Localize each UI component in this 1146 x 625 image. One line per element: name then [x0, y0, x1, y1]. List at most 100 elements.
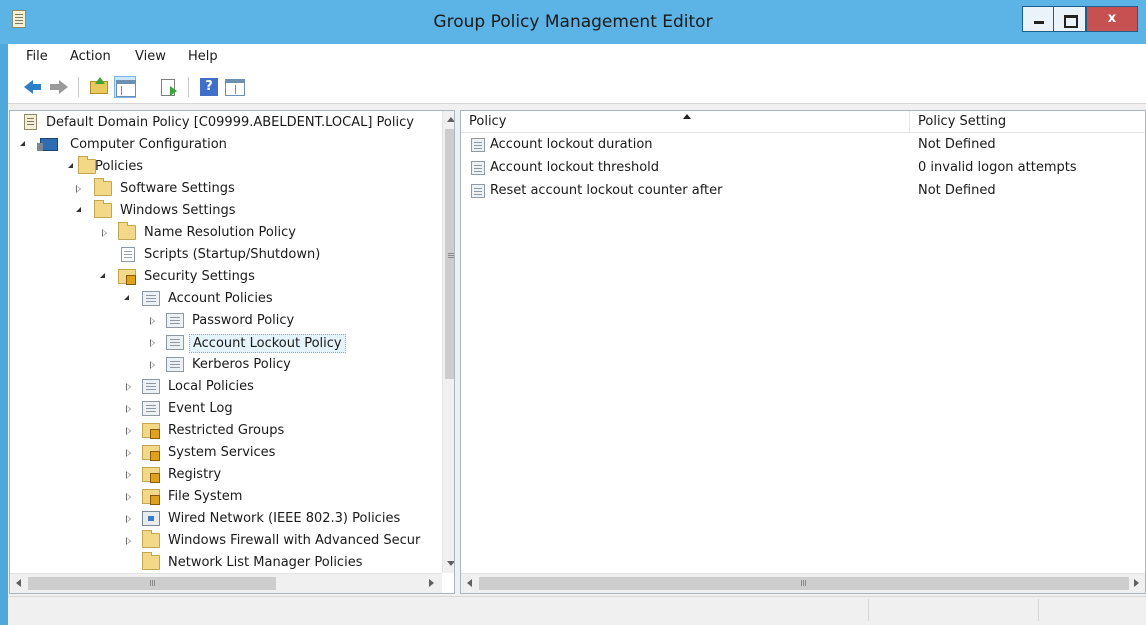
tree-item-label: Software Settings: [120, 181, 235, 196]
menu-bar: File Action View Help: [8, 44, 1146, 70]
expanded-arrow-icon[interactable]: [76, 207, 81, 212]
show-hide-action-pane-icon: [225, 79, 245, 96]
tree-item-label: Computer Configuration: [70, 137, 227, 152]
help-icon: ?: [200, 78, 218, 96]
help-button[interactable]: ?: [198, 76, 220, 98]
tree-item-label: Registry: [168, 467, 222, 482]
export-list-button[interactable]: [158, 76, 180, 98]
show-hide-console-tree-button[interactable]: [114, 76, 136, 98]
scroll-left-arrow-icon[interactable]: [16, 579, 21, 587]
tree-item-label: Kerberos Policy: [192, 357, 291, 372]
toolbar: ?: [8, 70, 1146, 104]
tree-horizontal-scroll-thumb[interactable]: [28, 577, 276, 590]
collapsed-arrow-icon[interactable]: [126, 405, 131, 413]
minimize-button[interactable]: [1022, 6, 1054, 32]
scroll-right-arrow-icon[interactable]: [429, 579, 434, 587]
policy-icon: [166, 357, 184, 372]
collapsed-arrow-icon[interactable]: [126, 515, 131, 523]
tree-horizontal-scrollbar[interactable]: [10, 573, 442, 593]
grip-icon: [150, 580, 151, 586]
network-policy-icon: [142, 511, 160, 526]
grip-icon: [448, 253, 454, 254]
menu-action[interactable]: Action: [70, 49, 111, 64]
list-horizontal-scrollbar[interactable]: [461, 573, 1145, 593]
collapsed-arrow-icon[interactable]: [126, 383, 131, 391]
folder-icon: [118, 222, 136, 240]
scroll-left-arrow-icon[interactable]: [467, 579, 472, 587]
security-folder-icon: [142, 445, 160, 461]
list-item[interactable]: Reset account lockout counter after Not …: [461, 180, 1145, 203]
collapsed-arrow-icon[interactable]: [150, 361, 155, 369]
scroll-up-arrow-icon[interactable]: [447, 117, 454, 122]
list-header: Policy Policy Setting: [461, 111, 1145, 133]
tree-vertical-scrollbar[interactable]: [442, 111, 454, 573]
tree-item-label: Local Policies: [168, 379, 254, 394]
tree-item-label: Wired Network (IEEE 802.3) Policies: [168, 511, 401, 526]
menu-file[interactable]: File: [26, 49, 48, 64]
policy-icon: [142, 379, 160, 394]
export-list-icon: [161, 79, 177, 96]
folder-icon: [94, 178, 112, 196]
security-settings-icon: [118, 269, 136, 285]
tree-item-label: Password Policy: [192, 313, 295, 328]
back-button[interactable]: [22, 76, 44, 98]
policy-setting-icon: [471, 161, 485, 175]
folder-icon: [142, 552, 160, 570]
computer-icon: [37, 138, 58, 151]
collapsed-arrow-icon[interactable]: [126, 449, 131, 457]
tree-item-label: Windows Settings: [120, 203, 236, 218]
toolbar-separator: [78, 77, 79, 97]
security-folder-icon: [142, 489, 160, 505]
collapsed-arrow-icon[interactable]: [126, 537, 131, 545]
collapsed-arrow-icon[interactable]: [126, 427, 131, 435]
status-bar-panel: [868, 599, 1038, 621]
script-icon: [121, 247, 135, 262]
collapsed-arrow-icon[interactable]: [126, 471, 131, 479]
tree-item-label: Policies: [95, 159, 144, 174]
scroll-right-arrow-icon[interactable]: [1134, 579, 1139, 587]
show-hide-console-tree-icon: [116, 80, 136, 97]
window-title: Group Policy Management Editor: [433, 12, 713, 32]
console-tree[interactable]: Default Domain Policy [C09999.ABELDENT.L…: [9, 110, 455, 594]
toolbar-separator: [188, 77, 189, 97]
title-bar[interactable]: Group Policy Management Editor x: [0, 0, 1146, 44]
up-one-level-icon: [90, 77, 108, 94]
scroll-down-arrow-icon[interactable]: [447, 561, 454, 566]
tree-vertical-scroll-thumb[interactable]: [445, 129, 454, 379]
collapsed-arrow-icon[interactable]: [102, 229, 107, 237]
close-button[interactable]: x: [1086, 6, 1138, 32]
folder-icon: [94, 200, 112, 218]
collapsed-arrow-icon[interactable]: [76, 185, 81, 193]
tree-item-label: Restricted Groups: [168, 423, 285, 438]
collapsed-arrow-icon[interactable]: [150, 317, 155, 325]
list-item[interactable]: Account lockout duration Not Defined: [461, 134, 1145, 157]
grip-icon: [801, 580, 802, 586]
expanded-arrow-icon[interactable]: [20, 141, 25, 146]
policy-icon: [142, 291, 160, 306]
expanded-arrow-icon[interactable]: [124, 295, 129, 300]
collapsed-arrow-icon[interactable]: [150, 339, 155, 347]
up-one-level-button[interactable]: [88, 76, 110, 98]
maximize-button[interactable]: [1054, 6, 1086, 32]
collapsed-arrow-icon[interactable]: [126, 493, 131, 501]
status-bar: [8, 596, 1146, 622]
list-horizontal-scroll-thumb[interactable]: [479, 577, 1129, 590]
forward-button[interactable]: [48, 76, 70, 98]
policy-setting-icon: [471, 138, 485, 152]
tree-item-label: Scripts (Startup/Shutdown): [144, 247, 321, 262]
tree-item-label: File System: [168, 489, 243, 504]
menu-help[interactable]: Help: [188, 49, 218, 64]
list-item[interactable]: Account lockout threshold 0 invalid logo…: [461, 157, 1145, 180]
show-hide-action-pane-button[interactable]: [224, 76, 246, 98]
tree-item-label: System Services: [168, 445, 276, 460]
column-header-policy-setting[interactable]: Policy Setting: [910, 111, 1145, 133]
expanded-arrow-icon[interactable]: [100, 273, 105, 278]
security-folder-icon: [142, 467, 160, 483]
policy-icon: [166, 335, 184, 350]
expanded-arrow-icon[interactable]: [68, 163, 73, 168]
policy-name: Account lockout duration: [490, 137, 653, 152]
details-list[interactable]: Policy Policy Setting Account lockout du…: [460, 110, 1146, 594]
folder-icon: [142, 530, 160, 548]
sort-ascending-icon: [683, 114, 691, 119]
menu-view[interactable]: View: [135, 49, 166, 64]
